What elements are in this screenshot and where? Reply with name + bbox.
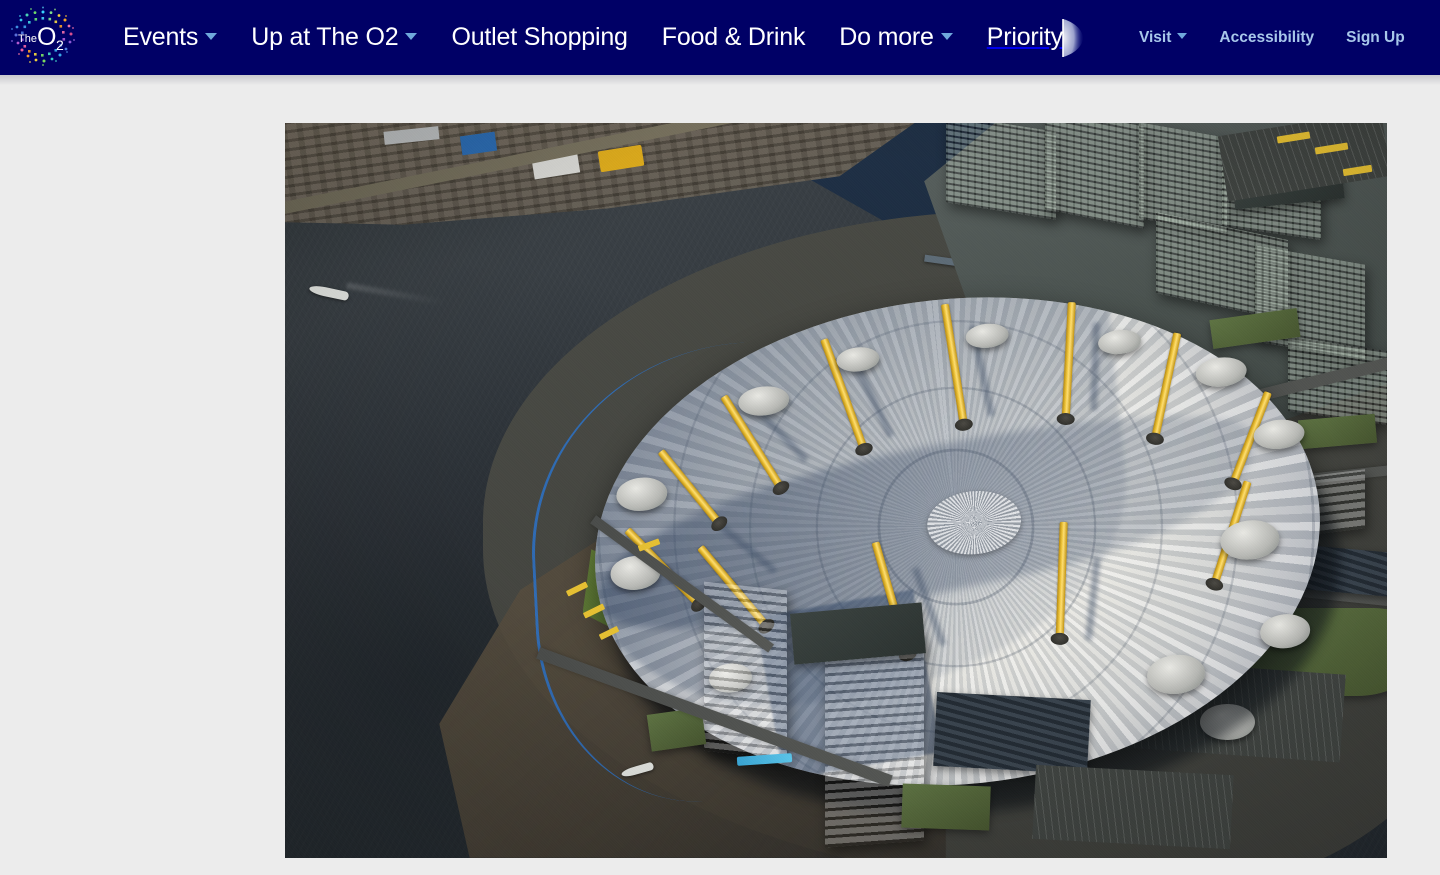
chevron-down-icon (405, 33, 418, 40)
the-o2-logo[interactable]: The O 2 (4, 0, 82, 75)
garden-terrace-south (901, 782, 992, 831)
nav-util-visit[interactable]: Visit (1123, 29, 1203, 47)
nav-util-accessibility-label: Accessibility (1219, 28, 1315, 46)
hero-aerial-photo (285, 123, 1387, 858)
nav-item-food-and-drink-label: Food & Drink (661, 23, 806, 51)
nav-item-events[interactable]: Events (106, 23, 234, 52)
the-o2-logo-mark: The O 2 (11, 6, 75, 66)
nav-item-do-more-label: Do more (839, 23, 934, 51)
nav-item-up-at-the-o2[interactable]: Up at The O2 (234, 23, 434, 52)
svg-text:O: O (37, 23, 56, 51)
page-content (0, 75, 1440, 875)
nav-item-priority-label: Priority (986, 23, 1063, 51)
building-glass-tower-2 (1045, 123, 1145, 229)
utility-navigation: Visit Accessibility Sign Up (1123, 29, 1421, 47)
hero-image-figure (285, 123, 1387, 858)
nav-util-sign-up[interactable]: Sign Up (1330, 29, 1421, 47)
chevron-down-icon (940, 33, 953, 40)
nav-item-events-label: Events (123, 23, 199, 51)
nav-item-outlet-shopping-label: Outlet Shopping (451, 23, 628, 51)
south-car-park (1032, 764, 1235, 849)
nav-item-do-more[interactable]: Do more (822, 23, 969, 52)
nav-item-outlet-shopping[interactable]: Outlet Shopping (434, 23, 644, 52)
nav-util-sign-up-label: Sign Up (1346, 28, 1405, 46)
svg-text:The: The (18, 33, 37, 45)
nav-util-visit-label: Visit (1138, 28, 1172, 46)
nav-util-accessibility[interactable]: Accessibility (1203, 29, 1330, 47)
svg-text:2: 2 (56, 37, 64, 53)
nav-item-up-at-the-o2-label: Up at The O2 (251, 23, 399, 51)
site-header: The O 2 Events Up at The O2 Outlet Shopp… (0, 0, 1440, 75)
priority-crescent-icon (1062, 18, 1083, 57)
header-shadow (0, 75, 1440, 85)
nav-item-priority[interactable]: Priority (970, 17, 1097, 59)
primary-navigation: Events Up at The O2 Outlet Shopping Food… (106, 17, 1097, 59)
chevron-down-icon (205, 33, 218, 40)
chevron-down-icon (1177, 32, 1188, 39)
nav-item-food-and-drink[interactable]: Food & Drink (645, 23, 823, 52)
solar-panel-roof-south (933, 692, 1092, 774)
